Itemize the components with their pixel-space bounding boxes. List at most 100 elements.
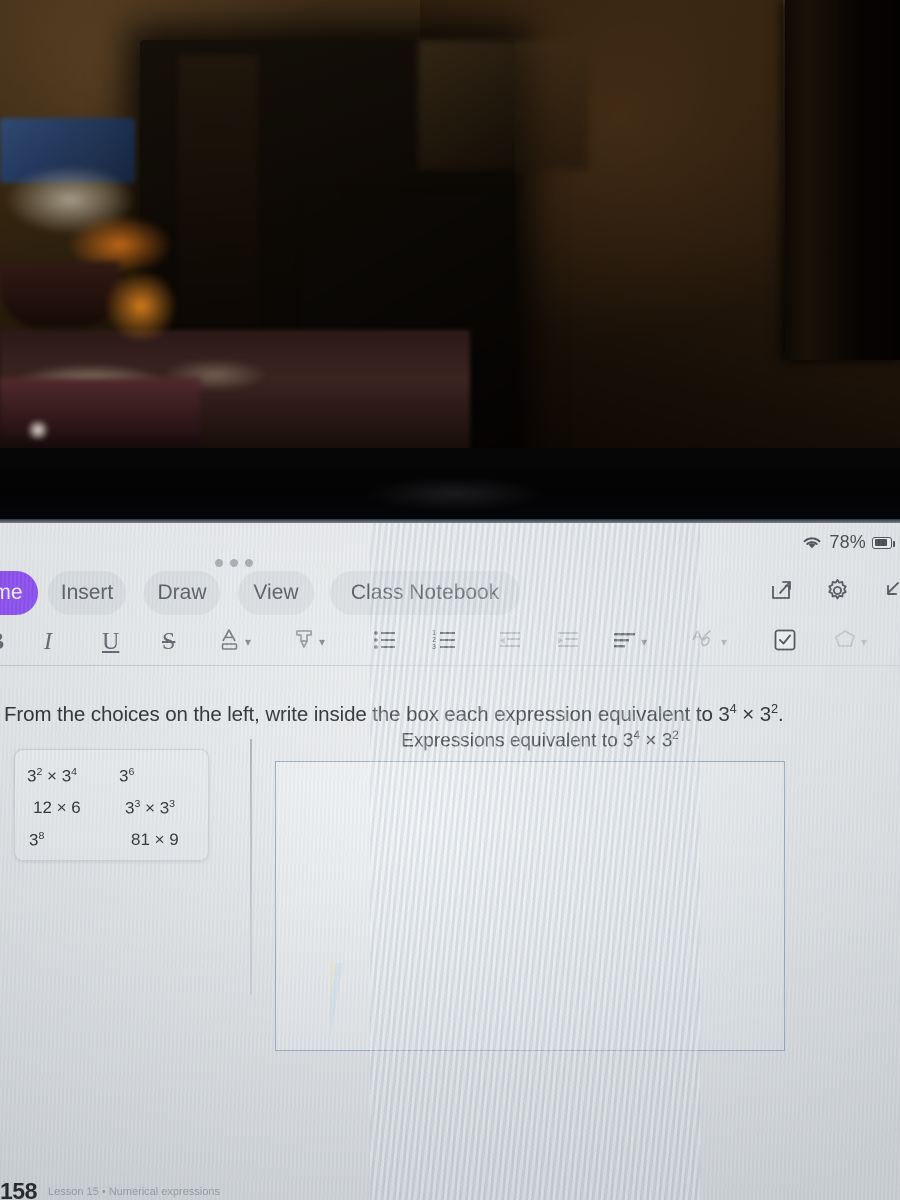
align-icon	[612, 628, 638, 657]
tag-button[interactable]: ▾	[832, 619, 867, 665]
doorway	[785, 0, 900, 360]
chevron-down-icon[interactable]: ▾	[319, 635, 325, 649]
choices-panel[interactable]: 32 × 34 36 12 × 6 33 × 33 38 81 × 9	[14, 749, 209, 861]
orange-fruit-b	[105, 272, 177, 342]
choice-row[interactable]: 12 × 6 33 × 33	[27, 792, 196, 824]
choice-3pow3-times-3pow3[interactable]: 33 × 33	[119, 798, 196, 819]
underline-button[interactable]: U	[102, 619, 119, 665]
grabber-dot	[245, 559, 253, 567]
chevron-down-icon[interactable]: ▾	[245, 635, 251, 649]
ink-to-text-button[interactable]: ▾	[690, 619, 727, 665]
tag-icon	[832, 627, 858, 658]
increase-indent-button[interactable]	[556, 619, 582, 665]
highlight-button[interactable]: ▾	[292, 619, 325, 665]
font-color-icon	[218, 627, 242, 658]
ink-to-text-icon	[690, 627, 718, 658]
page-footnote: Lesson 15 • Numerical expressions	[48, 1186, 220, 1198]
strikethrough-button[interactable]: S	[162, 619, 175, 665]
tab-draw[interactable]: Draw	[144, 571, 220, 615]
italic-button[interactable]: I	[44, 619, 52, 665]
battery-fill	[874, 539, 888, 546]
grabber-dot	[230, 559, 238, 567]
choice-3pow8[interactable]: 38	[27, 830, 119, 851]
highlighter-icon	[292, 627, 316, 658]
bulleted-list-icon	[372, 628, 398, 657]
cabinet-panel	[418, 40, 588, 170]
strikethrough-icon: S	[162, 629, 176, 655]
dark-bowl	[0, 262, 120, 328]
status-bar: 78%	[0, 523, 900, 555]
instruction-exponent-2: 2	[771, 701, 778, 716]
numbered-list-button[interactable]: 123	[432, 619, 460, 665]
checkbox-icon	[772, 627, 798, 658]
share-icon[interactable]	[766, 575, 796, 605]
choice-row[interactable]: 38 81 × 9	[27, 824, 196, 856]
answer-header-middle: × 3	[640, 730, 673, 752]
italic-icon: I	[44, 629, 52, 655]
decrease-indent-icon	[498, 628, 524, 657]
gear-icon[interactable]	[822, 575, 852, 605]
chevron-down-icon[interactable]: ▾	[861, 635, 867, 649]
instruction-after: .	[777, 702, 784, 726]
tab-class-notebook[interactable]: Class Notebook	[330, 571, 520, 615]
choice-row[interactable]: 32 × 34 36	[27, 760, 196, 792]
bold-button[interactable]: B	[0, 619, 4, 665]
answer-header-before: Expressions equivalent to 3	[401, 730, 634, 752]
light-glint	[25, 420, 51, 440]
increase-indent-icon	[556, 628, 582, 657]
wifi-icon	[803, 536, 821, 548]
choice-3pow6[interactable]: 36	[119, 766, 196, 787]
answer-header-exponent-2: 2	[672, 729, 679, 742]
grabber-dot	[215, 559, 223, 567]
cabinet-door-gap	[178, 55, 258, 355]
decrease-indent-button[interactable]	[498, 619, 524, 665]
choice-exponent: 8	[38, 829, 45, 842]
instruction-text: From the choices on the left, write insi…	[4, 701, 824, 727]
choice-12-times-6[interactable]: 12 × 6	[27, 798, 119, 818]
note-page[interactable]: From the choices on the left, write insi…	[0, 673, 900, 1200]
instruction-before: From the choices on the left, write insi…	[4, 702, 730, 726]
tab-home[interactable]: me	[0, 571, 38, 615]
answer-box-header: Expressions equivalent to 34 × 32	[330, 729, 750, 752]
three-dot-grabber-icon[interactable]	[215, 559, 253, 567]
svg-text:3: 3	[432, 644, 436, 651]
align-button[interactable]: ▾	[612, 619, 647, 665]
formatting-toolbar: B I U S ▾	[0, 619, 900, 665]
answer-box[interactable]	[275, 761, 785, 1051]
tab-class-notebook-label: Class Notebook	[350, 581, 500, 604]
room-photo-background	[0, 0, 900, 523]
choice-81-times-9[interactable]: 81 × 9	[119, 830, 196, 850]
instruction-middle: × 3	[736, 702, 772, 726]
tab-view[interactable]: View	[238, 571, 314, 615]
battery-icon	[872, 536, 895, 549]
chevron-down-icon[interactable]: ▾	[721, 635, 727, 649]
vertical-divider	[250, 739, 252, 995]
collapse-ribbon-icon[interactable]	[878, 575, 900, 605]
choice-exponent: 3	[169, 797, 176, 810]
font-color-button[interactable]: ▾	[218, 619, 251, 665]
ribbon-action-cluster	[766, 575, 900, 605]
toolbar-divider	[0, 665, 900, 666]
page-number: 158	[0, 1178, 37, 1200]
tab-draw-label: Draw	[157, 581, 207, 604]
choice-exponent: 4	[71, 765, 78, 778]
tab-insert-label: Insert	[60, 581, 114, 604]
ribbon-tab-strip: me Insert Draw View Class Notebook	[0, 571, 900, 615]
svg-text:1: 1	[432, 630, 436, 637]
bold-icon: B	[0, 630, 4, 654]
bezel-reflection	[330, 470, 580, 518]
onenote-app-screen: 78% me Insert Draw View Class Notebook I…	[0, 523, 900, 1200]
tab-view-label: View	[253, 581, 299, 604]
choice-exponent: 6	[128, 765, 135, 778]
chevron-down-icon[interactable]: ▾	[641, 635, 647, 649]
status-right-cluster: 78%	[801, 532, 895, 553]
battery-percent-label: 78%	[829, 532, 866, 552]
bulleted-list-button[interactable]	[372, 619, 398, 665]
choice-3pow2-times-3pow4[interactable]: 32 × 34	[27, 766, 119, 787]
svg-text:2: 2	[432, 637, 436, 644]
tab-home-label: me	[0, 581, 23, 604]
instruction-exponent-1: 4	[729, 701, 737, 716]
tab-insert[interactable]: Insert	[48, 571, 126, 615]
choice-operator: × 3	[140, 798, 170, 818]
todo-checkbox-button[interactable]	[772, 619, 798, 665]
